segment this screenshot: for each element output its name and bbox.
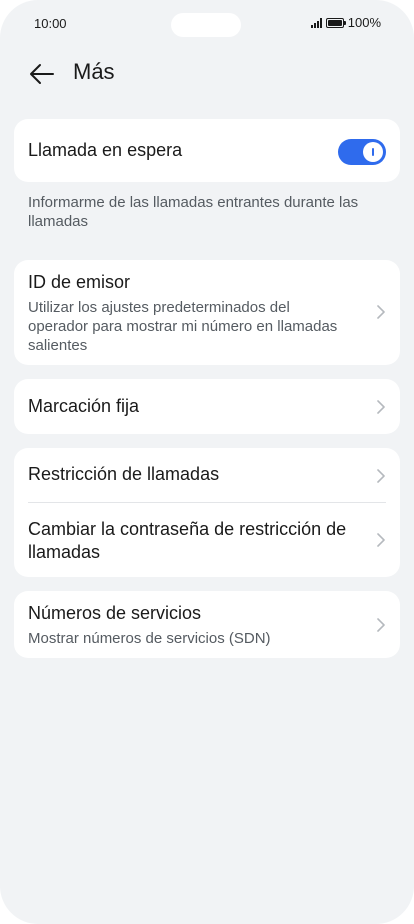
chevron-right-icon [377, 469, 385, 483]
camera-cutout [171, 13, 241, 37]
fixed-dialing-label: Marcación fija [28, 396, 140, 416]
call-waiting-row[interactable]: Llamada en espera [14, 119, 400, 182]
call-waiting-note: Informarme de las llamadas entrantes dur… [28, 194, 359, 230]
back-arrow-icon[interactable] [28, 60, 56, 88]
change-barring-password-label: Cambiar la contraseña de restricción de … [28, 519, 347, 562]
page-title: Más [73, 59, 115, 84]
toggle-knob [363, 142, 383, 162]
header: Más [0, 56, 414, 92]
call-barring-label: Restricción de llamadas [28, 464, 220, 484]
chevron-right-icon [377, 305, 385, 319]
fixed-dialing-row[interactable]: Marcación fija [14, 379, 400, 434]
caller-id-label: ID de emisor [28, 272, 131, 292]
chevron-right-icon [377, 400, 385, 414]
call-waiting-label: Llamada en espera [28, 140, 183, 160]
call-waiting-toggle[interactable] [338, 139, 386, 165]
service-numbers-row[interactable]: Números de servicios Mostrar números de … [14, 591, 400, 658]
caller-id-row[interactable]: ID de emisor Utilizar los ajustes predet… [14, 260, 400, 365]
status-bar: 10:00 100% [0, 0, 414, 46]
chevron-right-icon [377, 618, 385, 632]
service-numbers-label: Números de servicios [28, 603, 202, 623]
signal-icon [310, 17, 322, 28]
chevron-right-icon [377, 533, 385, 547]
change-barring-password-row[interactable]: Cambiar la contraseña de restricción de … [14, 503, 400, 577]
phone-screen: 10:00 100% Más Llamada en espera Informa… [0, 0, 414, 924]
status-time: 10:00 [34, 16, 67, 31]
caller-id-description: Utilizar los ajustes predeterminados del… [28, 299, 338, 354]
status-indicators: 100% [310, 15, 381, 30]
call-barring-group: Restricción de llamadas Cambiar la contr… [14, 448, 400, 577]
service-numbers-description: Mostrar números de servicios (SDN) [28, 630, 271, 647]
call-barring-row[interactable]: Restricción de llamadas [14, 448, 400, 502]
battery-percentage: 100% [347, 15, 381, 30]
battery-icon [325, 17, 346, 28]
